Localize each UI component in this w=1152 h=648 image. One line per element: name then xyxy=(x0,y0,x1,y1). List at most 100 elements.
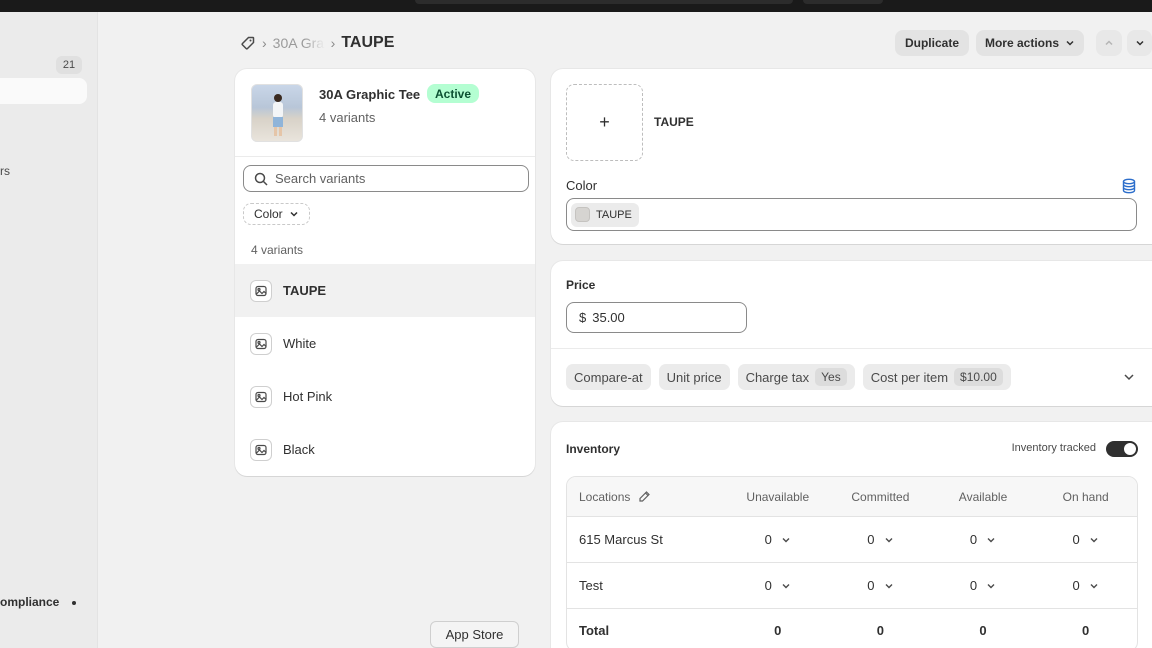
variant-label: Black xyxy=(283,442,315,457)
color-swatch xyxy=(575,207,590,222)
chevron-up-icon xyxy=(1105,40,1113,46)
tag-icon[interactable] xyxy=(240,35,256,51)
cell-value: 0 xyxy=(1072,532,1080,547)
chevron-down-icon xyxy=(1135,40,1144,46)
available-selector[interactable]: 0 xyxy=(932,532,1035,547)
cost-per-item-chip[interactable]: Cost per item $10.00 xyxy=(862,364,1011,390)
sidebar-item-active[interactable] xyxy=(0,78,87,104)
location-name: Test xyxy=(579,578,603,593)
unavailable-selector[interactable]: 0 xyxy=(726,578,829,593)
cell-value: 0 xyxy=(867,578,875,593)
variant-list: TAUPE White Hot Pink Black xyxy=(235,264,535,476)
cell-value: 0 xyxy=(969,578,978,593)
charge-tax-label: Charge tax xyxy=(745,369,810,385)
toggle-knob xyxy=(1124,443,1136,455)
variant-item-taupe[interactable]: TAUPE xyxy=(235,264,535,317)
location-name: 615 Marcus St xyxy=(579,532,663,547)
variant-details-card: + TAUPE Color TAUPE xyxy=(551,69,1152,244)
divider xyxy=(235,156,535,157)
next-variant-button[interactable] xyxy=(1127,30,1152,56)
variant-item-black[interactable]: Black xyxy=(235,423,535,476)
chevron-down-icon xyxy=(885,537,893,542)
compare-at-label: Compare-at xyxy=(574,369,643,385)
pricing-chips: Compare-at Unit price Charge tax Yes Cost… xyxy=(566,364,1011,390)
cell-value: 0 xyxy=(1072,578,1080,593)
color-value: TAUPE xyxy=(596,208,632,221)
more-actions-button[interactable]: More actions xyxy=(976,30,1084,56)
chevron-down-icon xyxy=(1066,40,1074,46)
on-hand-selector[interactable]: 0 xyxy=(1034,532,1137,547)
table-row: 615 Marcus St 0 0 0 0 xyxy=(567,516,1137,562)
inventory-title: Inventory xyxy=(566,442,621,456)
column-header-on-hand: On hand xyxy=(1062,489,1109,504)
table-total-row: Total 0 0 0 0 xyxy=(567,608,1137,648)
browser-top-bar xyxy=(0,0,1152,12)
table-header-row: Locations Unavailable Committed Availabl… xyxy=(567,477,1137,516)
charge-tax-chip[interactable]: Charge tax Yes xyxy=(737,364,855,390)
breadcrumb-separator-icon: › xyxy=(330,35,336,51)
sidebar-item-compliance[interactable]: ompliance xyxy=(0,595,59,609)
price-value: 35.00 xyxy=(592,310,625,325)
product-thumbnail[interactable] xyxy=(251,84,303,142)
color-option-label: Color xyxy=(566,178,598,193)
admin-sidebar: 21 rs ompliance xyxy=(0,12,98,648)
search-variants-input[interactable]: Search variants xyxy=(243,165,529,192)
committed-selector[interactable]: 0 xyxy=(829,578,932,593)
color-value-tag: TAUPE xyxy=(571,202,639,227)
available-selector[interactable]: 0 xyxy=(932,578,1035,593)
cell-value: 0 xyxy=(867,532,875,547)
cell-value: 0 xyxy=(764,532,772,547)
chevron-down-icon xyxy=(1090,583,1098,588)
variant-item-white[interactable]: White xyxy=(235,317,535,370)
column-header-unavailable: Unavailable xyxy=(746,489,810,504)
app-store-button[interactable]: App Store xyxy=(430,621,519,648)
chevron-down-icon[interactable] xyxy=(1122,370,1136,384)
inventory-tracked-toggle[interactable] xyxy=(1106,441,1138,457)
divider xyxy=(551,348,1152,349)
inventory-card: Inventory Inventory tracked Locations Un… xyxy=(551,422,1152,648)
duplicate-button[interactable]: Duplicate xyxy=(895,30,969,56)
total-available: 0 xyxy=(979,622,987,638)
pencil-icon[interactable] xyxy=(638,490,651,503)
inventory-table: Locations Unavailable Committed Availabl… xyxy=(566,476,1138,648)
price-input[interactable]: $ 35.00 xyxy=(566,302,747,333)
breadcrumb-product-link[interactable]: 30A Graphic Tee xyxy=(273,35,325,51)
search-placeholder: Search variants xyxy=(275,171,366,186)
committed-selector[interactable]: 0 xyxy=(829,532,932,547)
product-name[interactable]: 30A Graphic Tee xyxy=(319,87,420,102)
column-header-locations: Locations xyxy=(567,490,726,504)
sidebar-notification-dot xyxy=(72,601,76,605)
compare-at-chip[interactable]: Compare-at xyxy=(566,364,651,390)
cell-value: 0 xyxy=(969,532,978,547)
image-placeholder-icon xyxy=(250,279,272,302)
variants-card: 30A Graphic Tee Active 4 variants Search… xyxy=(235,69,535,476)
pricing-card: Price $ 35.00 Compare-at Unit price Char… xyxy=(551,261,1152,406)
on-hand-selector[interactable]: 0 xyxy=(1034,578,1137,593)
variants-count: 4 variants xyxy=(251,243,304,257)
unit-price-chip[interactable]: Unit price xyxy=(658,364,730,390)
previous-variant-button[interactable] xyxy=(1096,30,1122,56)
search-icon xyxy=(254,172,268,186)
add-media-button[interactable]: + xyxy=(566,84,643,161)
total-committed: 0 xyxy=(876,622,885,638)
variant-item-hot-pink[interactable]: Hot Pink xyxy=(235,370,535,423)
duplicate-button-label: Duplicate xyxy=(904,36,959,50)
more-actions-label: More actions xyxy=(984,36,1059,50)
chevron-down-icon xyxy=(782,537,790,542)
sidebar-item-partial[interactable]: rs xyxy=(0,164,10,178)
chevron-down-icon xyxy=(987,583,995,588)
inventory-tracked-label: Inventory tracked xyxy=(1011,442,1096,454)
color-value-field[interactable]: TAUPE xyxy=(566,198,1137,231)
total-unavailable: 0 xyxy=(774,622,782,638)
unavailable-selector[interactable]: 0 xyxy=(726,532,829,547)
image-placeholder-icon xyxy=(250,438,272,461)
image-placeholder-icon xyxy=(250,385,272,408)
metafield-database-icon[interactable] xyxy=(1122,178,1136,194)
cost-per-item-value: $10.00 xyxy=(954,368,1003,386)
color-filter-chip[interactable]: Color xyxy=(243,203,310,225)
column-header-label: Locations xyxy=(579,489,631,504)
sidebar-count-badge: 21 xyxy=(56,56,82,74)
price-label: Price xyxy=(566,278,596,292)
chevron-down-icon xyxy=(885,583,893,588)
variant-title: TAUPE xyxy=(654,115,694,129)
